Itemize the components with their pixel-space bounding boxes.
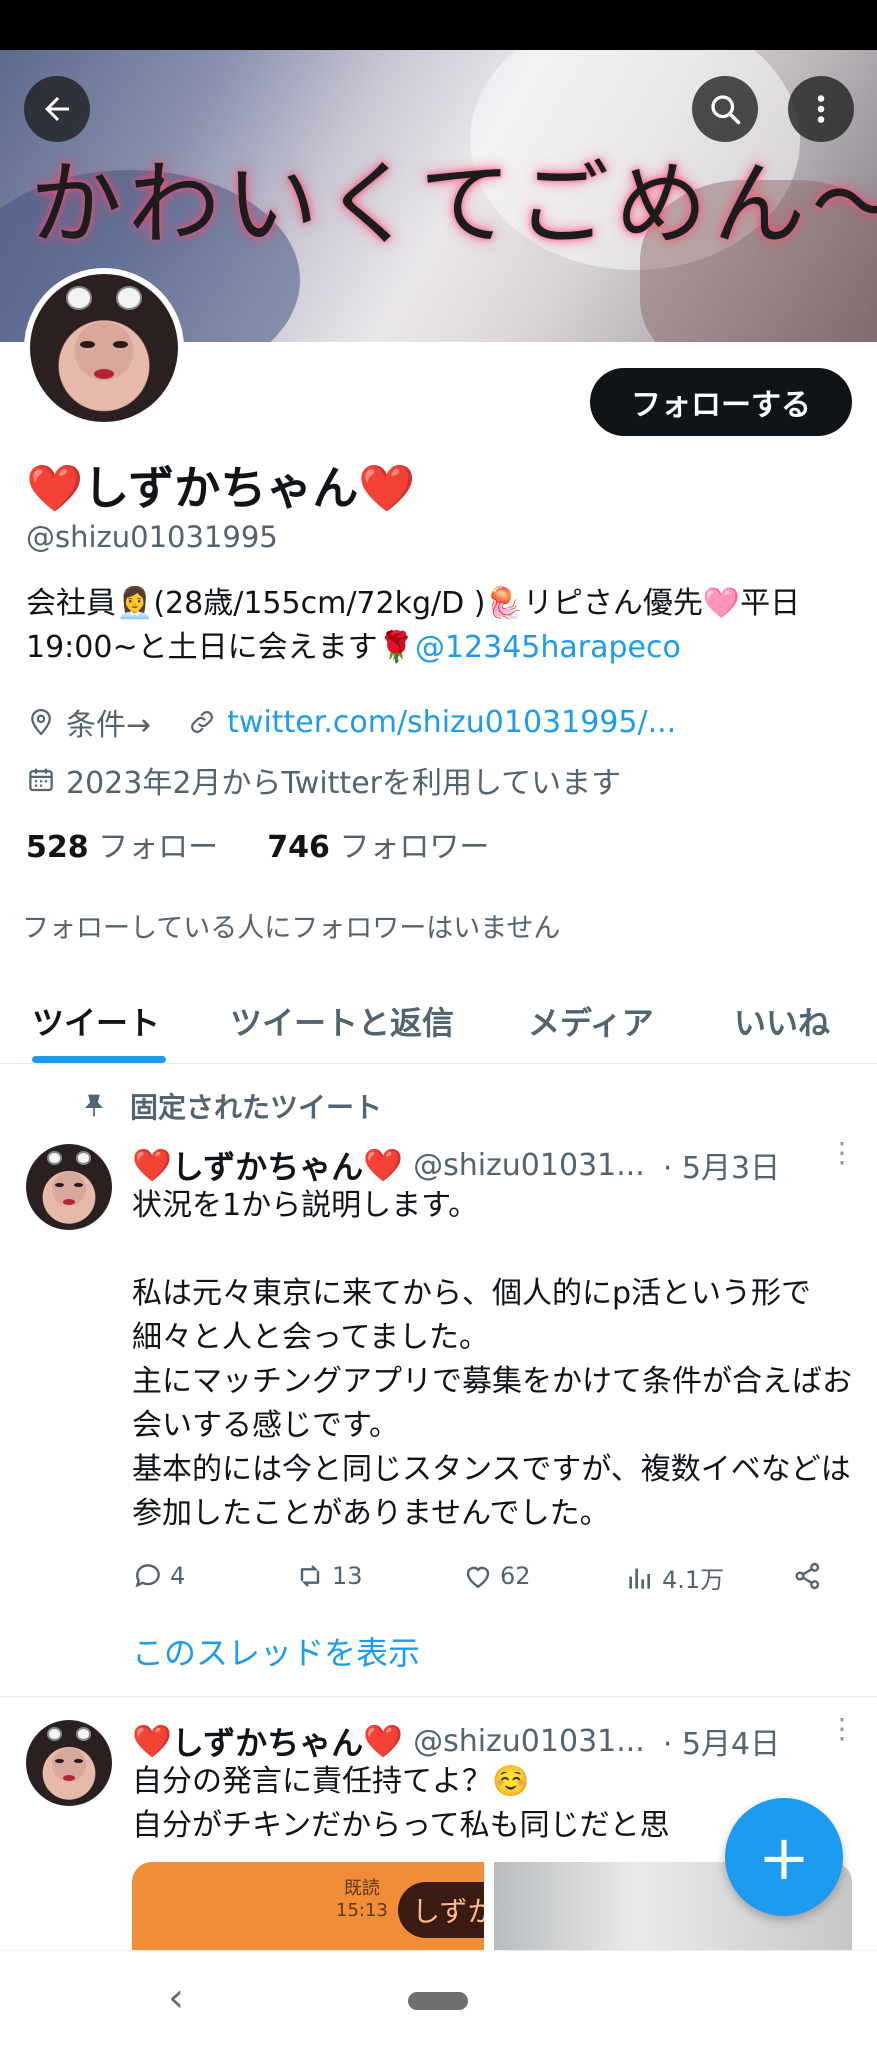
reply-count: 4 <box>170 1562 186 1590</box>
tab-tweets-and-replies[interactable]: ツイートと返信 <box>230 998 454 1044</box>
tweet-header: ❤️ しずかちゃん ❤️ @shizu01031... · 5月4日 <box>132 1718 780 1764</box>
profile-tabs: ツイート ツイートと返信 メディア いいね <box>0 980 877 1064</box>
pinned-tweet-label: 固定されたツイート <box>80 1086 382 1126</box>
link-icon <box>191 711 214 733</box>
nav-home-button[interactable] <box>408 1992 468 2010</box>
followers-label: フォロワー <box>339 830 490 865</box>
profile-joined-row: 2023年2月からTwitterを利用しています <box>26 758 621 802</box>
tweet-author-name[interactable]: しずかちゃん <box>172 1718 363 1764</box>
heart-icon: ❤️ <box>132 1722 172 1760</box>
tweet-more-icon[interactable]: ⋮ <box>828 1139 856 1167</box>
heart-icon: ❤️ <box>363 1722 404 1760</box>
profile-name: ❤️しずかちゃん❤️ <box>26 452 416 518</box>
follow-counts: 528 フォロー 746 フォロワー <box>26 822 489 866</box>
status-bar <box>0 0 877 50</box>
tweet-divider <box>0 1696 877 1698</box>
tweet-text: 自分の発言に責任持てよ？☺️ 自分がチキンだからって私も同じだと思 <box>132 1764 670 1843</box>
analytics-icon <box>629 1568 650 1589</box>
search-button[interactable] <box>692 76 758 142</box>
retweet-button[interactable]: 13 <box>294 1560 363 1592</box>
more-vertical-icon <box>817 95 825 123</box>
profile-website-link[interactable]: twitter.com/shizu01031995/... <box>227 705 676 740</box>
mutual-followers-note: フォローしている人にフォロワーはいません <box>22 913 561 944</box>
tab-tweets[interactable]: ツイート <box>32 998 160 1044</box>
views-button[interactable]: 4.1万 <box>624 1560 724 1595</box>
tweet-header: ❤️ しずかちゃん ❤️ @shizu01031... · 5月3日 <box>132 1142 780 1188</box>
profile-bio: 会社員👩‍💼(28歳/155cm/72kg/D )🪼リピさん優先🩷平日19:00… <box>26 582 856 670</box>
search-icon <box>711 95 741 125</box>
following-count: 528 <box>26 830 89 865</box>
tweet-more-icon[interactable]: ⋮ <box>828 1715 856 1743</box>
reply-button[interactable]: 4 <box>132 1560 185 1592</box>
location-pin-icon <box>31 708 51 736</box>
followers-count: 746 <box>267 830 330 865</box>
profile-avatar[interactable] <box>24 268 184 428</box>
avatar-image <box>26 1144 112 1230</box>
pinned-text: 固定されたツイート <box>130 1091 383 1124</box>
follow-button[interactable]: フォローする <box>590 368 852 436</box>
arrow-left-icon <box>45 97 69 121</box>
share-icon <box>795 1562 820 1590</box>
active-tab-indicator <box>32 1056 166 1063</box>
media-chat-bubble: しずか <box>398 1882 484 1938</box>
compose-tweet-button[interactable]: + <box>725 1798 843 1916</box>
reply-icon <box>135 1564 160 1588</box>
heart-outline-icon <box>466 1566 490 1589</box>
heart-icon: ❤️ <box>26 461 84 515</box>
heart-icon: ❤️ <box>132 1146 172 1184</box>
following-link[interactable]: 528 フォロー <box>26 830 218 865</box>
bio-text: 会社員👩‍💼(28歳/155cm/72kg/D )🪼リピさん優先🩷平日19:00… <box>26 586 801 665</box>
media-time-text: 15:13 <box>336 1900 388 1921</box>
nav-back-button[interactable]: ‹ <box>168 1975 184 2021</box>
avatar-image <box>30 274 178 422</box>
like-count: 62 <box>500 1562 531 1590</box>
tweet-date[interactable]: · 5月3日 <box>663 1143 780 1187</box>
following-label: フォロー <box>98 830 219 865</box>
tweet-author-handle[interactable]: @shizu01031... <box>413 1724 645 1759</box>
heart-icon: ❤️ <box>358 461 416 515</box>
like-button[interactable]: 62 <box>462 1560 531 1592</box>
calendar-icon <box>29 768 53 792</box>
heart-icon: ❤️ <box>363 1146 404 1184</box>
avatar-image <box>26 1720 112 1806</box>
profile-handle: @shizu01031995 <box>26 520 278 554</box>
system-nav-bar: ‹ <box>0 1950 877 2048</box>
tweet-avatar[interactable] <box>26 1144 112 1230</box>
media-read-text: 既読 <box>343 1878 380 1899</box>
tweet-media-image[interactable]: 既読 15:13 しずか <box>132 1862 484 1952</box>
tweet-avatar[interactable] <box>26 1720 112 1806</box>
pin-icon <box>85 1094 103 1117</box>
back-button[interactable] <box>24 76 90 142</box>
more-button[interactable] <box>788 76 854 142</box>
profile-joined-date: 2023年2月からTwitterを利用しています <box>66 766 622 801</box>
media-read-receipt: 既読 15:13 <box>336 1878 388 1922</box>
tweet-actions: 4 13 62 4.1万 <box>132 1560 832 1604</box>
tab-likes[interactable]: いいね <box>734 998 830 1044</box>
show-thread-link[interactable]: このスレッドを表示 <box>132 1628 420 1674</box>
bio-mention-link[interactable]: @12345harapeco <box>415 630 681 665</box>
profile-meta-row: 条件→ twitter.com/shizu01031995/... <box>26 700 676 744</box>
tweet-date[interactable]: · 5月4日 <box>663 1719 780 1763</box>
tweet-author-name[interactable]: しずかちゃん <box>172 1142 363 1188</box>
share-button[interactable] <box>792 1560 830 1592</box>
profile-location: 条件→ <box>66 708 152 743</box>
followers-link[interactable]: 746 フォロワー <box>267 830 489 865</box>
profile-name-text: しずかちゃん <box>83 461 359 515</box>
banner-caption: かわいくてごめん〜 <box>30 151 877 258</box>
tweet-text: 状況を1から説明します。 私は元々東京に来てから、個人的にp活という形で細々と人… <box>132 1188 852 1531</box>
tab-media[interactable]: メディア <box>528 998 654 1044</box>
retweet-count: 13 <box>332 1562 363 1590</box>
view-count: 4.1万 <box>662 1566 725 1594</box>
tweet-author-handle[interactable]: @shizu01031... <box>413 1148 645 1183</box>
retweet-icon <box>300 1565 320 1587</box>
